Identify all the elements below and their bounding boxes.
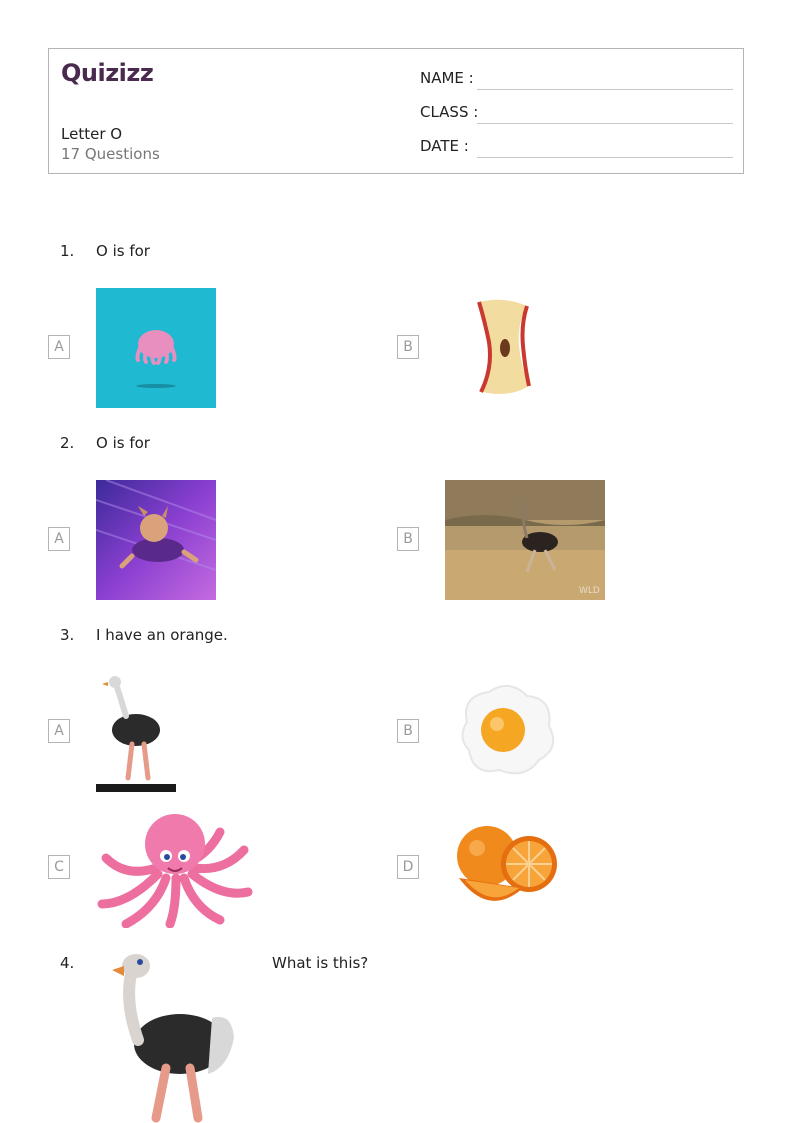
ostrich-image xyxy=(100,948,240,1123)
question-1-text: O is for xyxy=(96,242,150,260)
pink-octopus-image[interactable] xyxy=(96,808,254,928)
q3-option-c-label[interactable]: C xyxy=(48,855,70,879)
apple-core-image[interactable] xyxy=(455,294,555,406)
question-count: 17 Questions xyxy=(61,145,160,163)
question-4-number: 4. xyxy=(60,954,75,972)
q3-option-a-label[interactable]: A xyxy=(48,719,70,743)
question-3-number: 3. xyxy=(60,626,75,644)
octopus-tile-image[interactable] xyxy=(96,288,216,408)
question-2-text: O is for xyxy=(96,434,150,452)
date-line[interactable] xyxy=(477,157,733,158)
flying-dog-image[interactable] xyxy=(96,480,216,600)
worksheet-title: Letter O xyxy=(61,125,123,143)
q3-option-b-label[interactable]: B xyxy=(397,719,419,743)
q1-option-a-label[interactable]: A xyxy=(48,335,70,359)
quizizz-logo: Quizizz xyxy=(61,59,154,87)
q3-option-d-label[interactable]: D xyxy=(397,855,419,879)
name-label: NAME : xyxy=(420,69,474,87)
q1-option-b-label[interactable]: B xyxy=(397,335,419,359)
question-1-number: 1. xyxy=(60,242,75,260)
date-label: DATE : xyxy=(420,137,469,155)
name-line[interactable] xyxy=(477,89,733,90)
orange-fruit-image[interactable] xyxy=(447,808,563,924)
question-3-text: I have an orange. xyxy=(96,626,228,644)
class-line[interactable] xyxy=(477,123,733,124)
fried-egg-image[interactable] xyxy=(447,672,563,788)
running-ostrich-photo[interactable]: WLD xyxy=(445,480,605,600)
question-4-text: What is this? xyxy=(272,954,369,972)
question-2-number: 2. xyxy=(60,434,75,452)
worksheet-header: Quizizz Letter O 17 Questions NAME : CLA… xyxy=(48,48,744,174)
q2-option-a-label[interactable]: A xyxy=(48,527,70,551)
ostrich-cartoon-image[interactable] xyxy=(96,672,176,792)
class-label: CLASS : xyxy=(420,103,479,121)
q2-option-b-label[interactable]: B xyxy=(397,527,419,551)
svg-text:WLD: WLD xyxy=(579,586,600,596)
